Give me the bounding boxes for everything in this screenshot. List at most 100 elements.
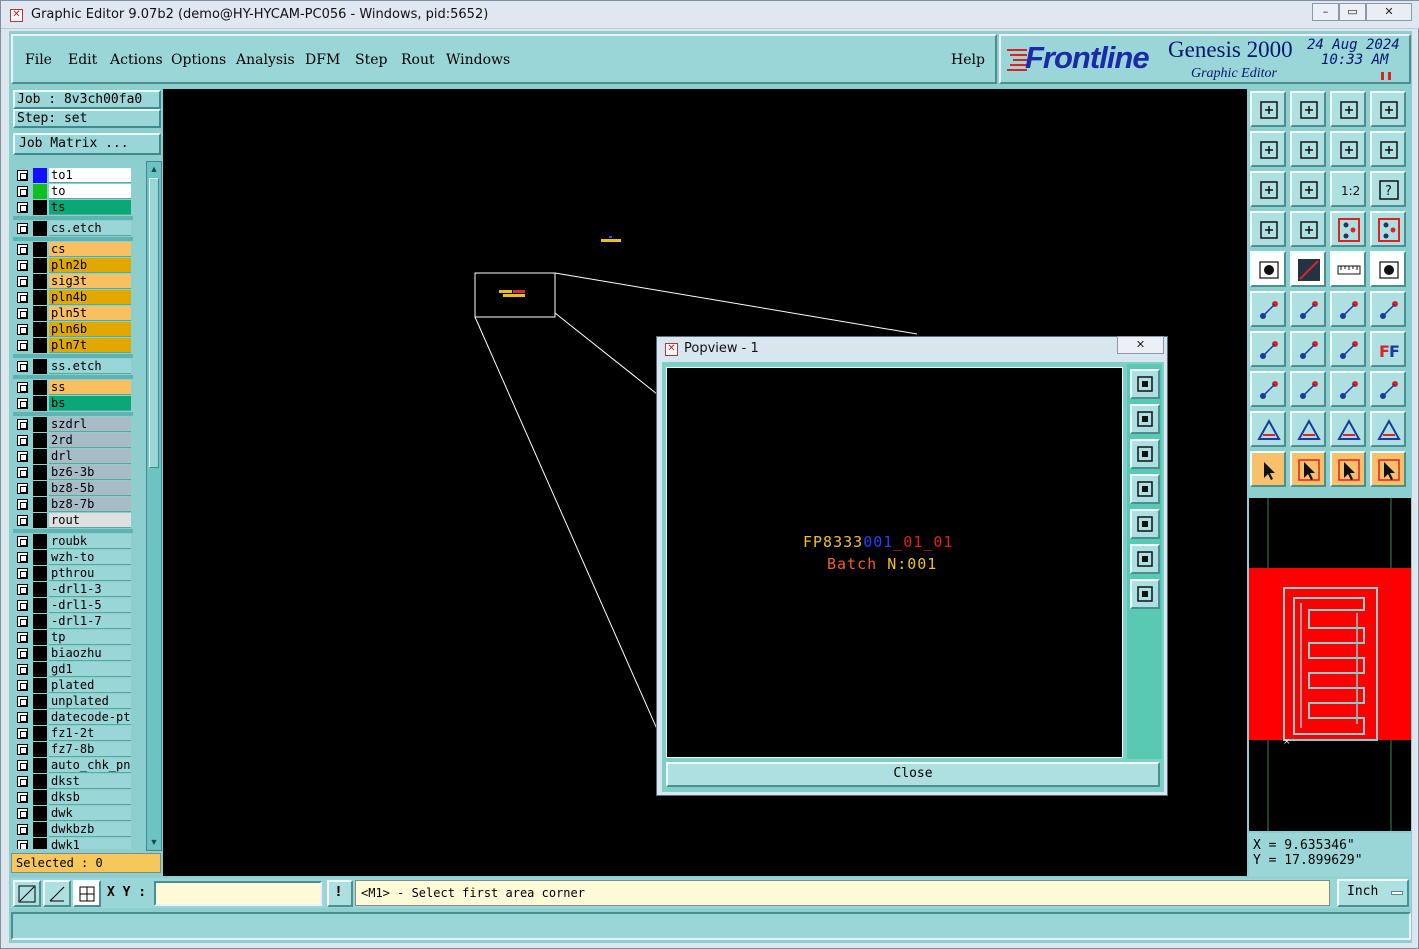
layer-checkbox[interactable] [17,451,28,462]
scale-1-2-button[interactable]: 1:2 [1330,171,1366,207]
layer-row-bs[interactable]: bs [13,396,133,411]
layer-row-pln2b[interactable]: pln2b [13,258,133,273]
rotate-button[interactable] [1330,331,1366,367]
layer-color-swatch[interactable] [33,742,47,757]
layer-color-swatch[interactable] [33,566,47,581]
layer-checkbox[interactable] [17,499,28,510]
pointer-button[interactable] [1250,451,1286,487]
layer-color-swatch[interactable] [33,322,47,337]
popview-canvas[interactable]: FP8333001_01_01 Batch N:001 [666,367,1123,758]
settings-tools-button[interactable] [1250,211,1286,247]
page-up-button[interactable] [1130,404,1160,434]
layer-name[interactable]: bs [49,396,131,411]
layer-name[interactable]: tp [49,630,131,645]
home-button[interactable] [1330,91,1366,127]
layer-row-roubk[interactable]: roubk [13,534,133,549]
line-tool-button[interactable] [1290,371,1326,407]
layer-name[interactable]: dwkbzb [49,822,131,837]
layer-row-szdrl[interactable]: szdrl [13,417,133,432]
layer-name[interactable]: datecode-ptc [49,710,131,725]
scroll-down-arrow-icon[interactable]: ▼ [148,836,160,848]
layer-color-swatch[interactable] [33,710,47,725]
layer-color-swatch[interactable] [33,258,47,273]
layer-checkbox[interactable] [17,324,28,335]
layer-scrollbar[interactable]: ▲ ▼ [146,161,162,851]
layer-name[interactable]: dkst [49,774,131,789]
layer-name[interactable]: dwk [49,806,131,821]
layer-checkbox[interactable] [17,467,28,478]
layer-row-gd1[interactable]: gd1 [13,662,133,677]
minimize-button[interactable]: – [1312,3,1339,21]
layer-checkbox[interactable] [17,728,28,739]
layer-row-fz1-2t[interactable]: fz1-2t [13,726,133,741]
layer-color-swatch[interactable] [33,396,47,411]
layer-row-ss[interactable]: ss [13,380,133,395]
layer-checkbox[interactable] [17,361,28,372]
move-node-button[interactable] [1330,291,1366,327]
layer-checkbox[interactable] [17,340,28,351]
layer-checkbox[interactable] [17,244,28,255]
layer-checkbox[interactable] [17,382,28,393]
layer-color-swatch[interactable] [33,774,47,789]
layer-row-cs-etch[interactable]: cs.etch [13,221,133,236]
layer-name[interactable]: dwk1 [49,838,131,849]
layer-name[interactable]: auto_chk_pni [49,758,131,773]
delete-node-button[interactable] [1290,291,1326,327]
layer-color-swatch[interactable] [33,838,47,849]
move-left-button[interactable] [1250,131,1286,167]
layer-row-dkst[interactable]: dkst [13,774,133,789]
layer-name[interactable]: pln5t [49,306,131,321]
layer-color-swatch[interactable] [33,417,47,432]
layer-color-swatch[interactable] [33,449,47,464]
layer-color-swatch[interactable] [33,242,47,257]
layer-row-pthrou[interactable]: pthrou [13,566,133,581]
layer-name[interactable]: ss [49,380,131,395]
layer-color-swatch[interactable] [33,678,47,693]
layer-color-swatch[interactable] [33,662,47,677]
layer-name[interactable]: wzh-to [49,550,131,565]
layer-checkbox[interactable] [17,600,28,611]
overview-map[interactable]: × [1249,498,1411,831]
layer-row-dwkbzb[interactable]: dwkbzb [13,822,133,837]
layer-row-to1[interactable]: to1 [13,168,133,183]
pad-circle-button[interactable] [1370,251,1406,287]
layer-row-auto-chk-pni[interactable]: auto_chk_pni [13,758,133,773]
layer-color-swatch[interactable] [33,306,47,321]
layer-row-wzh-to[interactable]: wzh-to [13,550,133,565]
job-matrix-button[interactable]: Job Matrix ... [13,133,161,155]
layer-checkbox[interactable] [17,186,28,197]
popview-dialog[interactable]: ✕ Popview - 1 ✕ FP8333001_01_01 Batch N:… [656,336,1168,796]
layer-name[interactable]: ss.etch [49,359,131,374]
menu-analysis[interactable]: Analysis [236,52,295,68]
layer-row-ss-etch[interactable]: ss.etch [13,359,133,374]
layer-name[interactable]: dksb [49,790,131,805]
layer-name[interactable]: szdrl [49,417,131,432]
fit-all-button[interactable] [1130,544,1160,574]
maximize-button[interactable]: ▭ [1339,3,1366,21]
layer-checkbox[interactable] [17,398,28,409]
layer-name[interactable]: -drl1-7 [49,614,131,629]
layer-checkbox[interactable] [17,824,28,835]
layer-row-bz8-7b[interactable]: bz8-7b [13,497,133,512]
layer-color-swatch[interactable] [33,726,47,741]
layer-color-swatch[interactable] [33,359,47,374]
layer-color-swatch[interactable] [33,694,47,709]
pointer-box-button[interactable] [1290,451,1326,487]
shape-group-button[interactable] [1370,371,1406,407]
layer-checkbox[interactable] [17,223,28,234]
layer-checkbox[interactable] [17,552,28,563]
layer-color-swatch[interactable] [33,497,47,512]
net-pads-button[interactable] [1330,211,1366,247]
arc-center-button[interactable] [1330,411,1366,447]
layer-color-swatch[interactable] [33,758,47,773]
layer-name[interactable]: plated [49,678,131,693]
layer-checkbox[interactable] [17,792,28,803]
layer-row-rout[interactable]: rout [13,513,133,528]
layer-checkbox[interactable] [17,696,28,707]
menu-rout[interactable]: Rout [401,52,435,68]
layer-color-swatch[interactable] [33,614,47,629]
layer-name[interactable]: gd1 [49,662,131,677]
layer-checkbox[interactable] [17,483,28,494]
layer-row-dksb[interactable]: dksb [13,790,133,805]
layer-color-swatch[interactable] [33,338,47,353]
